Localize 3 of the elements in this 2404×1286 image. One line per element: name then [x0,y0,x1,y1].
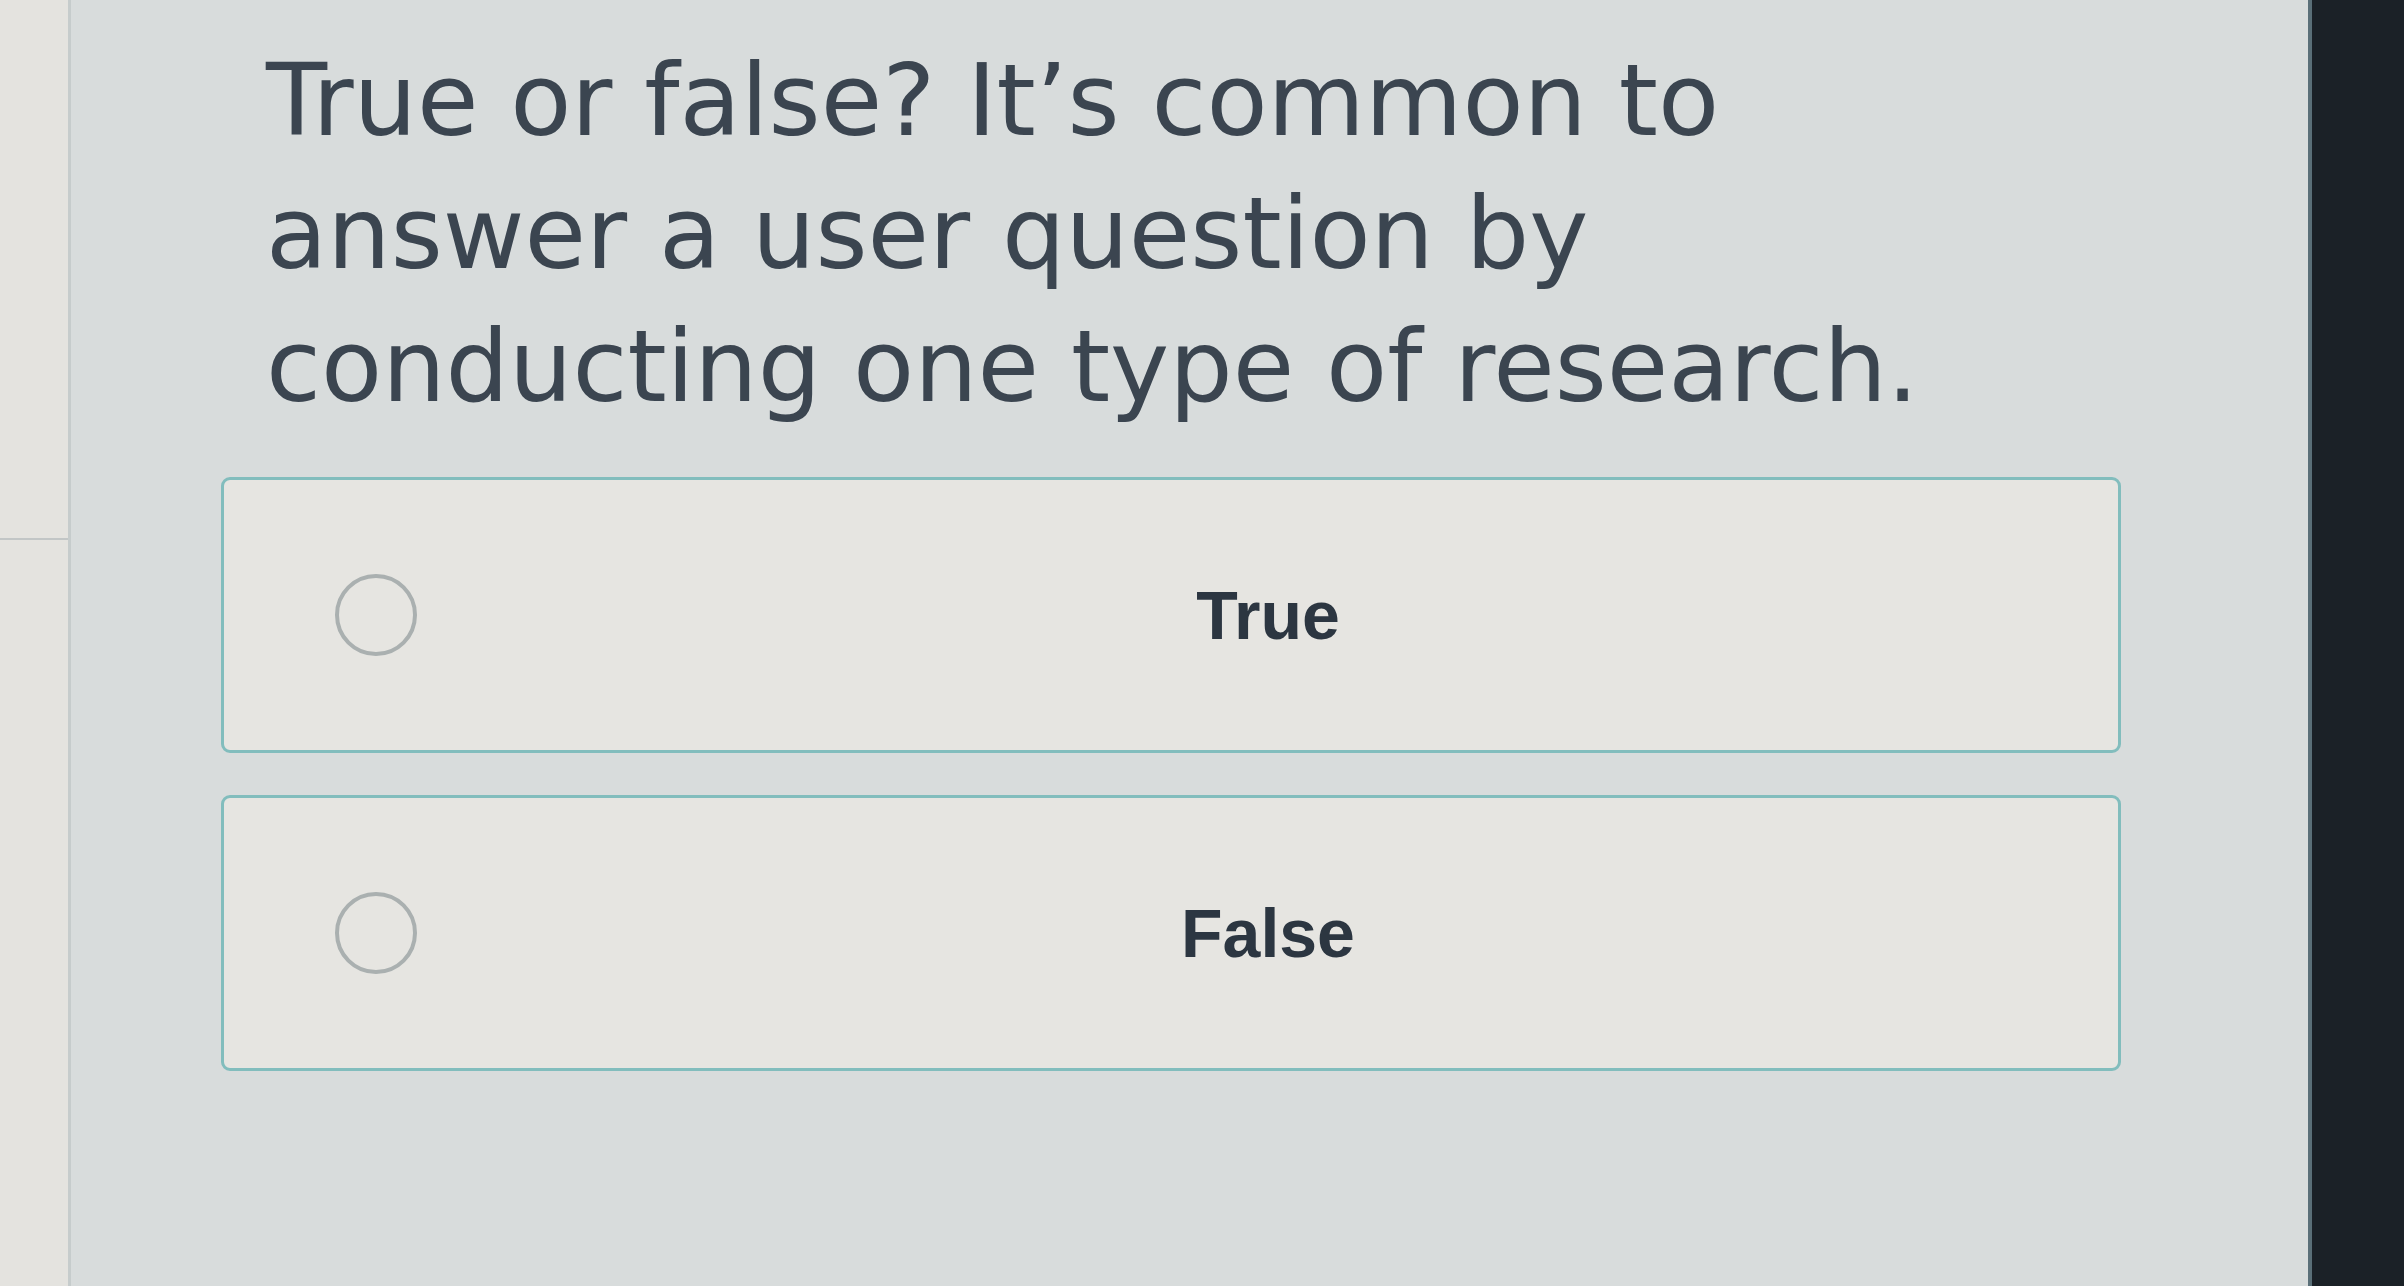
answer-option[interactable]: False [221,795,2121,1071]
question-text: True or false? It’s common to answer a user question by conducting one type of research. [266,41,1920,427]
answer-option[interactable]: True [221,477,2121,753]
